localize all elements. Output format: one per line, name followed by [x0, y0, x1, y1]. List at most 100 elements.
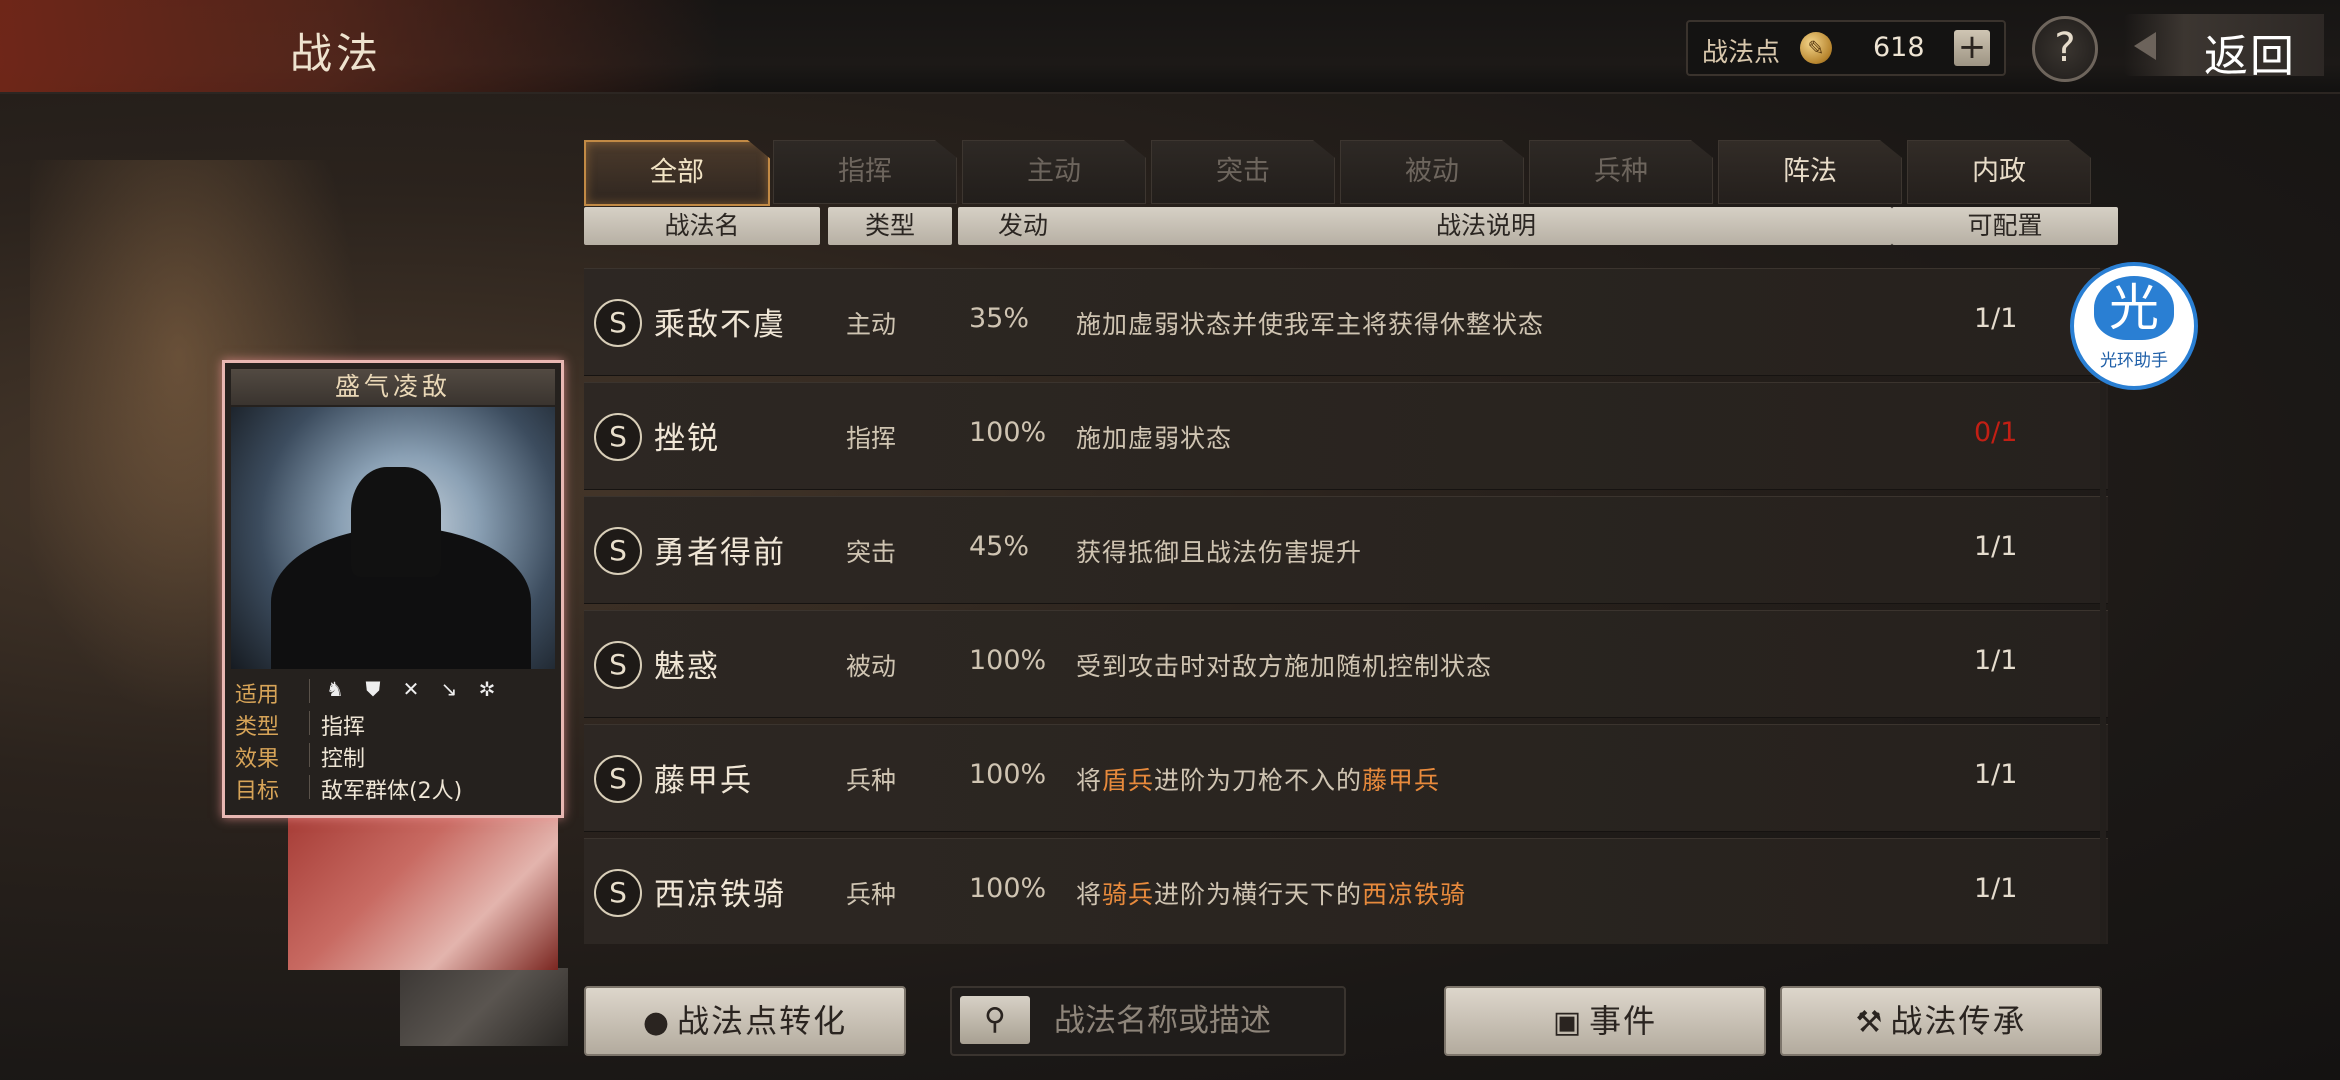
description-text: 施加虚弱状态: [1076, 424, 1233, 453]
column-headers: 战法名 类型 发动 战法说明 可配置: [584, 207, 2118, 247]
card-target-row: 目标 敌军群体(2人): [231, 771, 555, 804]
search-input[interactable]: [1052, 998, 1336, 1044]
page-title: 战法: [290, 29, 383, 78]
tactic-row[interactable]: S 挫锐 指挥 100% 施加虚弱状态 0/1: [584, 382, 2108, 490]
card-stack-back-2[interactable]: [400, 968, 568, 1046]
help-button[interactable]: ?: [2032, 16, 2098, 82]
card-type-label: 类型: [235, 715, 280, 740]
convert-points-label: 战法点转化: [677, 1002, 848, 1040]
tactic-description: 受到攻击时对敌方施加随机控制状态: [1076, 647, 1492, 683]
inherit-tactic-label: 战法传承: [1890, 1002, 2027, 1040]
description-highlight: 骑兵: [1102, 880, 1155, 909]
flame-icon: ●: [642, 1005, 672, 1040]
back-label: 返回: [2204, 31, 2296, 82]
divider: [309, 775, 310, 799]
top-bar: 战法 战法点 ✎ 618 + ? 返回: [0, 0, 2340, 94]
grade-badge: S: [594, 641, 642, 689]
cavalry-icon: ♞: [326, 677, 344, 701]
add-points-button[interactable]: +: [1954, 30, 1990, 66]
tactic-name: 乘敌不虞: [654, 307, 786, 343]
tactic-point-coin-icon: ✎: [1800, 32, 1832, 64]
tactic-row[interactable]: S 藤甲兵 兵种 100% 将盾兵进阶为刀枪不入的藤甲兵 1/1: [584, 724, 2108, 832]
card-effect-value: 控制: [321, 747, 366, 772]
shield-icon: ⛊: [365, 677, 381, 701]
card-apply-label: 适用: [235, 683, 280, 708]
tactic-type: 突击: [846, 538, 897, 567]
card-effect-row: 效果 控制: [231, 739, 555, 772]
divider: [309, 711, 310, 735]
tactic-points-box: 战法点 ✎ 618 +: [1686, 20, 2006, 76]
column-header-name[interactable]: 战法名: [584, 207, 820, 245]
tab-4[interactable]: 被动: [1340, 140, 1524, 204]
divider: [309, 743, 310, 767]
selected-tactic-card[interactable]: 盛气凌敌 适用 ♞ ⛊ ✕ ↘ ✲ 类型 指挥 效果 控制 目标 敌军群体(2人…: [222, 360, 564, 818]
tactic-config-count: 1/1: [1974, 531, 2018, 562]
watermark-text: 光环助手: [2100, 351, 2168, 371]
tactic-points-label: 战法点: [1702, 38, 1781, 68]
app-watermark-logo[interactable]: 光 光环助手: [2070, 262, 2198, 390]
column-header-config[interactable]: 可配置: [1892, 207, 2118, 245]
tactic-description: 施加虚弱状态并使我军主将获得休整状态: [1076, 305, 1544, 341]
tab-3[interactable]: 突击: [1151, 140, 1335, 204]
chariot-icon: ✲: [478, 677, 496, 701]
search-box[interactable]: ⚲: [950, 986, 1346, 1056]
grade-badge: S: [594, 299, 642, 347]
tactic-config-count: 0/1: [1974, 417, 2018, 448]
description-text: 施加虚弱状态并使我军主将获得休整状态: [1076, 310, 1545, 339]
tab-2[interactable]: 主动: [962, 140, 1146, 204]
tactic-config-count: 1/1: [1974, 645, 2018, 676]
tactic-row[interactable]: S 乘敌不虞 主动 35% 施加虚弱状态并使我军主将获得休整状态 1/1: [584, 268, 2108, 376]
tactic-points-value: 618: [1873, 32, 1925, 63]
tactics-list[interactable]: S 乘敌不虞 主动 35% 施加虚弱状态并使我军主将获得休整状态 1/1 S 挫锐 指挥 100%…: [584, 268, 2108, 944]
tactic-description: 获得抵御且战法伤害提升: [1076, 533, 1362, 569]
convert-points-button[interactable]: ● 战法点转化: [584, 986, 906, 1056]
tactic-rate: 100%: [969, 417, 1047, 448]
tactic-rate: 100%: [969, 873, 1047, 904]
back-button[interactable]: 返回: [2124, 14, 2324, 82]
description-highlight: 西凉铁骑: [1362, 880, 1467, 909]
card-target-label: 目标: [235, 779, 280, 804]
column-header-rate[interactable]: 发动: [958, 207, 1088, 245]
tactic-config-count: 1/1: [1974, 759, 2018, 790]
tactic-type: 指挥: [846, 424, 897, 453]
tab-7[interactable]: 内政: [1907, 140, 2091, 204]
tab-5[interactable]: 兵种: [1529, 140, 1713, 204]
grade-badge: S: [594, 755, 642, 803]
tactic-rate: 45%: [969, 531, 1030, 562]
tactic-description: 施加虚弱状态: [1076, 419, 1232, 455]
bow-icon: ✕: [402, 677, 420, 701]
tactic-name: 魅惑: [654, 649, 720, 685]
tactic-row[interactable]: S 西凉铁骑 兵种 100% 将骑兵进阶为横行天下的西凉铁骑 1/1: [584, 838, 2108, 944]
column-header-description: 战法说明: [1080, 207, 1892, 245]
search-icon[interactable]: ⚲: [960, 996, 1030, 1044]
tactic-row[interactable]: S 魅惑 被动 100% 受到攻击时对敌方施加随机控制状态 1/1: [584, 610, 2108, 718]
tab-0[interactable]: 全部: [584, 140, 770, 206]
card-title: 盛气凌敌: [231, 369, 555, 405]
description-text: 进阶为横行天下的: [1154, 880, 1363, 909]
grade-badge: S: [594, 413, 642, 461]
spear-icon: ↘: [440, 677, 458, 701]
description-text: 获得抵御且战法伤害提升: [1076, 538, 1363, 567]
card-apply-row: 适用 ♞ ⛊ ✕ ↘ ✲: [231, 675, 555, 708]
grade-badge: S: [594, 527, 642, 575]
tactic-config-count: 1/1: [1974, 303, 2018, 334]
card-info: 适用 ♞ ⛊ ✕ ↘ ✲ 类型 指挥 效果 控制 目标 敌军群体(2人): [231, 675, 555, 804]
grade-badge: S: [594, 869, 642, 917]
events-button[interactable]: ▣ 事件: [1444, 986, 1766, 1056]
inherit-tactic-button[interactable]: ⚒ 战法传承: [1780, 986, 2102, 1056]
tactic-description: 将盾兵进阶为刀枪不入的藤甲兵: [1076, 761, 1440, 797]
tactic-row[interactable]: S 勇者得前 突击 45% 获得抵御且战法伤害提升 1/1: [584, 496, 2108, 604]
card-apply-icons: ♞ ⛊ ✕ ↘ ✲: [323, 677, 499, 701]
tactic-rate: 100%: [969, 759, 1047, 790]
card-effect-label: 效果: [235, 747, 280, 772]
card-stack-back-1[interactable]: [288, 810, 558, 970]
divider: [309, 679, 310, 703]
tactic-name: 藤甲兵: [654, 763, 753, 799]
tab-1[interactable]: 指挥: [773, 140, 957, 204]
hammer-icon: ⚒: [1855, 1005, 1885, 1040]
tactic-name: 西凉铁骑: [654, 877, 786, 913]
tactic-type: 兵种: [846, 880, 897, 909]
column-header-type[interactable]: 类型: [828, 207, 952, 245]
card-type-value: 指挥: [321, 715, 366, 740]
tab-6[interactable]: 阵法: [1718, 140, 1902, 204]
